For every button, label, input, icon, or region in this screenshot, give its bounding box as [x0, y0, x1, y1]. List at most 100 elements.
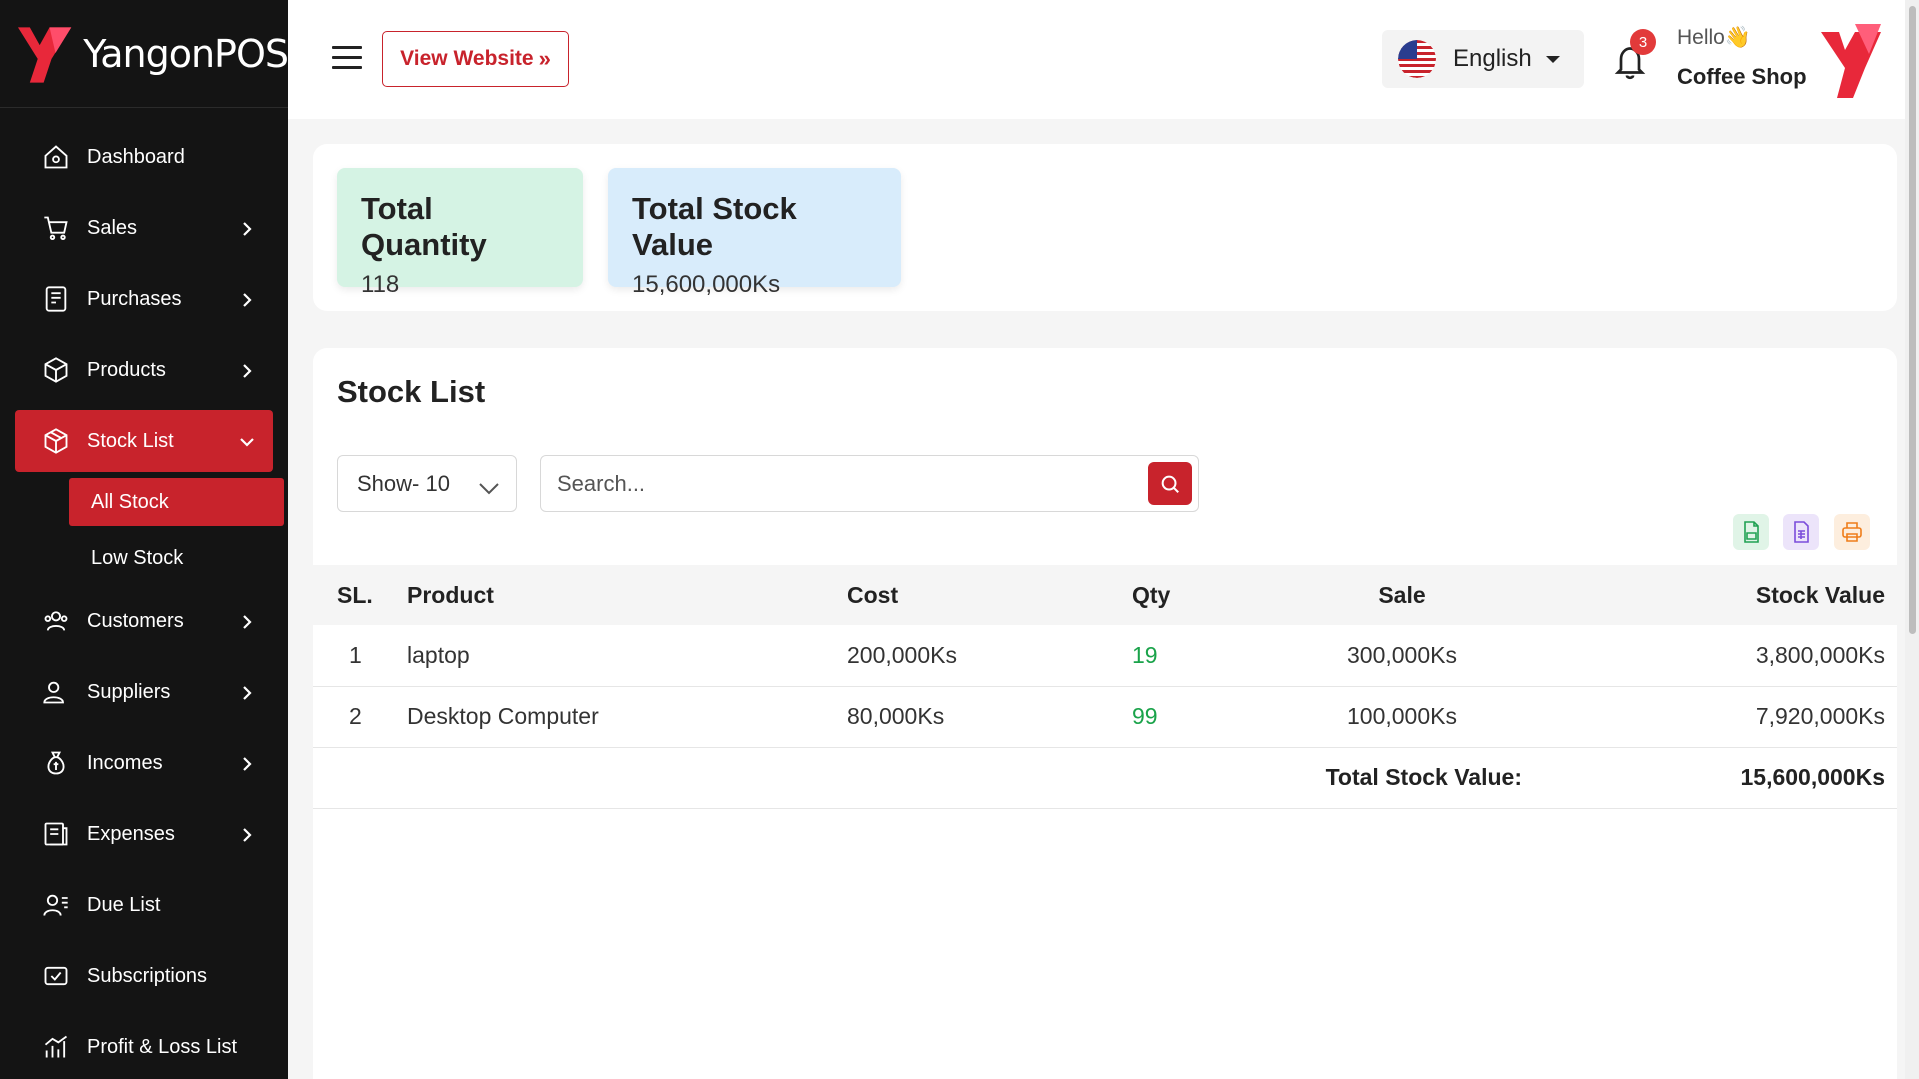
sidebar-subitem-all-stock[interactable]: All Stock	[69, 478, 284, 526]
column-header-stock-value: Stock Value	[1755, 581, 1885, 608]
sidebar-item-subscriptions[interactable]: Subscriptions	[15, 945, 273, 1007]
chevron-right-icon	[239, 755, 255, 771]
page-scrollbar[interactable]	[1905, 0, 1919, 1079]
chevron-right-icon	[239, 684, 255, 700]
sidebar-item-expenses[interactable]: Expenses	[15, 803, 273, 865]
users-icon	[41, 606, 71, 636]
sidebar-item-suppliers[interactable]: Suppliers	[15, 661, 273, 723]
search-box	[540, 455, 1199, 512]
avatar[interactable]	[1815, 20, 1885, 100]
brand-logo-icon	[17, 26, 72, 83]
cell-qty: 99	[1132, 703, 1158, 729]
summary-card: Total Quantity 118 Total Stock Value 15,…	[313, 144, 1897, 311]
spreadsheet-file-icon	[1794, 521, 1809, 543]
sidebar-item-label: Stock List	[87, 429, 174, 452]
cell-sale: 100,000Ks	[1347, 703, 1457, 729]
search-button[interactable]	[1148, 462, 1192, 505]
search-input[interactable]	[541, 456, 1141, 511]
chevron-down-icon	[478, 476, 500, 502]
subscription-icon	[41, 961, 71, 991]
cell-sale: 300,000Ks	[1347, 641, 1457, 668]
total-stock-value-label: Total Stock Value	[632, 191, 797, 262]
cart-icon	[41, 213, 71, 243]
sidebar-item-dashboard[interactable]: Dashboard	[15, 126, 273, 188]
sidebar-item-profit-loss[interactable]: Profit & Loss List	[15, 1016, 273, 1078]
total-label: Total Stock Value:	[1325, 764, 1522, 790]
cell-cost: 80,000Ks	[847, 703, 945, 729]
chart-icon	[41, 1032, 71, 1062]
brand-name: YangonPOS	[83, 31, 288, 76]
column-header-qty: Qty	[1132, 581, 1171, 608]
total-stock-value-value: 15,600,000Ks	[632, 271, 781, 298]
stock-submenu: All Stock Low Stock	[0, 478, 288, 582]
table-header-row: SL. Product Cost Qty Sale Stock Value	[313, 565, 1897, 625]
search-icon	[1161, 475, 1179, 493]
total-quantity-card: Total Quantity 118	[337, 168, 583, 298]
sidebar-item-label: Products	[87, 358, 166, 381]
view-website-label: View Website	[400, 47, 534, 70]
us-flag-icon	[1398, 40, 1436, 78]
page-size-select[interactable]: Show- 10	[337, 455, 517, 512]
column-header-sl: SL.	[337, 581, 373, 608]
print-button[interactable]	[1834, 514, 1870, 550]
caret-down-icon	[1545, 55, 1560, 63]
cell-stock-value: 7,920,000Ks	[1755, 703, 1885, 729]
sidebar-item-label: Subscriptions	[87, 964, 208, 987]
column-header-product: Product	[407, 581, 494, 608]
brand[interactable]: YangonPOS	[0, 0, 288, 108]
sidebar-item-products[interactable]: Products	[15, 339, 273, 401]
sidebar-item-due-list[interactable]: Due List	[15, 874, 273, 936]
expense-icon	[41, 819, 71, 849]
sidebar-item-label: Due List	[87, 893, 161, 916]
view-website-button[interactable]: View Website »	[382, 31, 569, 87]
cell-product: laptop	[407, 641, 470, 668]
chevron-right-icon	[239, 826, 255, 842]
sidebar-item-label: Dashboard	[87, 145, 185, 168]
stock-list-card: Stock List Show- 10 SL. Product Cost Qty…	[313, 348, 1897, 1079]
sidebar-item-incomes[interactable]: Incomes	[15, 732, 273, 794]
scrollbar-thumb[interactable]	[1909, 6, 1916, 634]
total-quantity-value: 118	[361, 271, 400, 298]
hamburger-menu-icon[interactable]	[332, 46, 362, 70]
language-selector[interactable]: English	[1382, 30, 1584, 88]
shop-name: Coffee Shop	[1677, 64, 1807, 89]
total-stock-value-card: Total Stock Value 15,600,000Ks	[608, 168, 901, 298]
sidebar-item-label: Purchases	[87, 287, 182, 310]
csv-file-icon	[1744, 521, 1759, 543]
stock-table: SL. Product Cost Qty Sale Stock Value 1 …	[313, 565, 1897, 809]
home-icon	[41, 142, 71, 172]
box-icon	[41, 355, 71, 385]
total-row: Total Stock Value: 15,600,000Ks	[313, 747, 1897, 808]
printer-icon	[1842, 522, 1862, 542]
empty-cell	[847, 747, 1132, 808]
chevron-right-icon	[239, 291, 255, 307]
notification-badge: 3	[1630, 29, 1656, 55]
sidebar-item-purchases[interactable]: Purchases	[15, 268, 273, 330]
sidebar-subitem-low-stock[interactable]: Low Stock	[69, 534, 284, 582]
empty-cell	[407, 747, 847, 808]
export-excel-button[interactable]	[1783, 514, 1819, 550]
top-bar: View Website » English 3 Hello👋 Coffee S…	[288, 0, 1919, 119]
empty-cell	[1132, 747, 1282, 808]
sidebar-item-customers[interactable]: Customers	[15, 590, 273, 652]
double-chevron-right-icon: »	[538, 46, 551, 71]
table-row: 2 Desktop Computer 80,000Ks 99 100,000Ks…	[313, 686, 1897, 747]
sidebar-item-label: Incomes	[87, 751, 163, 774]
page-title: Stock List	[337, 374, 486, 409]
sidebar-item-label: Profit & Loss List	[87, 1035, 238, 1058]
receipt-icon	[41, 284, 71, 314]
sidebar-item-label: Suppliers	[87, 680, 171, 703]
total-value: 15,600,000Ks	[1740, 764, 1885, 790]
cell-qty: 19	[1132, 641, 1158, 668]
cell-stock-value: 3,800,000Ks	[1755, 641, 1885, 668]
due-user-icon	[41, 890, 71, 920]
column-header-sale: Sale	[1378, 581, 1426, 608]
empty-cell	[313, 747, 407, 808]
sidebar-item-label: Expenses	[87, 822, 175, 845]
sidebar-item-sales[interactable]: Sales	[15, 197, 273, 259]
sidebar-item-label: Sales	[87, 216, 138, 239]
supplier-icon	[41, 677, 71, 707]
cell-product: Desktop Computer	[407, 703, 599, 729]
export-csv-button[interactable]	[1733, 514, 1769, 550]
sidebar-item-stock-list[interactable]: Stock List	[15, 410, 273, 472]
